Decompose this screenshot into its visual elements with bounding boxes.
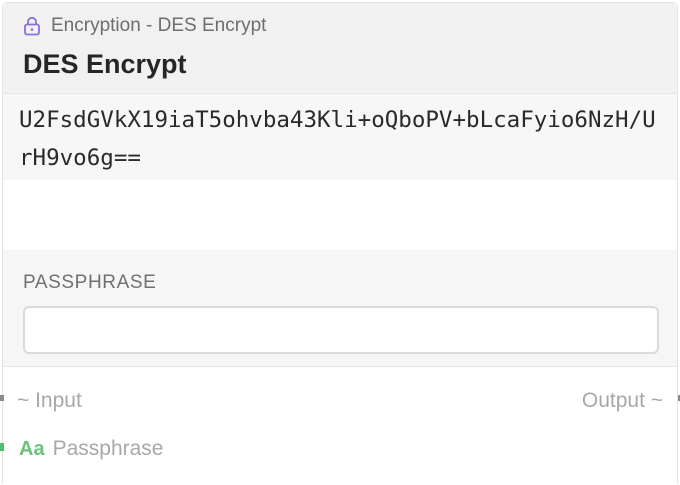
passphrase-input[interactable] [23, 306, 659, 354]
lock-icon [23, 16, 41, 36]
text-type-icon: Aa [19, 437, 45, 460]
breadcrumb-text: Encryption - DES Encrypt [51, 15, 267, 36]
node-header[interactable]: Encryption - DES Encrypt DES Encrypt [3, 3, 677, 94]
passphrase-port-label: Passphrase [52, 437, 164, 460]
input-port-label[interactable]: ~ Input [17, 389, 82, 413]
output-port-label[interactable]: Output ~ [582, 389, 663, 413]
output-text[interactable]: U2FsdGVkX19iaT5ohvba43Kli+oQboPV+bLcaFyi… [3, 94, 677, 180]
parameters-section: PASSPHRASE [3, 250, 677, 367]
passphrase-label: PASSPHRASE [23, 272, 157, 293]
output-area-padding [3, 180, 677, 250]
breadcrumb: Encryption - DES Encrypt [23, 15, 266, 37]
des-encrypt-node[interactable]: Encryption - DES Encrypt DES Encrypt U2F… [2, 2, 678, 485]
passphrase-handle[interactable] [0, 443, 4, 451]
node-title: DES Encrypt [23, 49, 187, 79]
io-ports: ~ Input Output ~ Aa Passphrase [3, 367, 677, 485]
input-handle[interactable] [0, 395, 4, 401]
passphrase-port[interactable]: Aa Passphrase [19, 437, 163, 461]
